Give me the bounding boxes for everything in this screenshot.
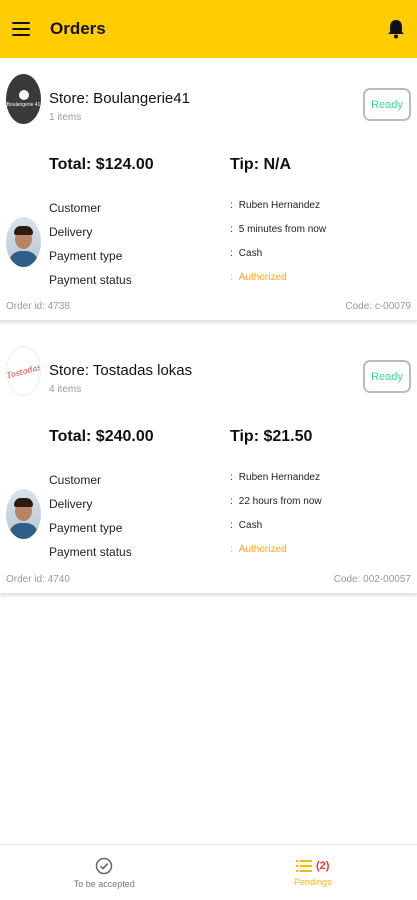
menu-icon[interactable] [12,22,30,36]
payment-status-label: Payment status [49,545,132,559]
payment-status-value: Authorized [238,272,287,283]
order-total: Total: $240.00 [49,428,154,445]
payment-status-label: Payment status [49,273,132,287]
delivery-label: Delivery [49,497,93,511]
payment-status-value: Authorized [238,544,287,555]
store-name: Store: Boulangerie41 [49,90,190,107]
delivery-label: Delivery [49,225,93,239]
customer-value: Ruben Hernandez [238,200,320,211]
list-icon [296,859,313,872]
customer-label: Customer [49,473,102,487]
tab-pendings[interactable]: (2) Pendings [209,845,417,900]
pendings-count-badge: (2) [316,859,330,872]
payment-type-label: Payment type [49,521,123,535]
ready-button[interactable]: Ready [363,360,411,393]
order-total: Total: $124.00 [49,156,154,173]
page-title: Orders [50,19,106,38]
check-circle-icon [96,857,113,874]
payment-type-value-row: : Cash [230,520,263,531]
orders-list: Boulangerie 41 Store: Boulangerie41 1 it… [0,58,417,844]
payment-status-value-row: : Authorized [230,544,287,555]
tab-label: Pendings [293,876,332,887]
customer-avatar [6,489,41,539]
delivery-value-row: :22 hours from now [230,496,322,507]
customer-avatar [6,217,41,267]
detail-values: : Ruben Hernandez :22 hours from now : Cas… [230,466,322,562]
payment-type-value: Cash [238,248,263,259]
payment-type-value: Cash [238,520,263,531]
ready-button[interactable]: Ready [363,88,411,121]
order-id: Order id: 4740 [6,574,70,585]
delivery-value: 5 minutes from now [238,224,327,235]
store-logo: Tostadas [6,346,41,396]
detail-labels: Customer Delivery Payment type Payment s… [49,196,132,292]
payment-type-value-row: : Cash [230,248,263,259]
delivery-value-row: :5 minutes from now [230,224,327,235]
tab-to-be-accepted[interactable]: To be accepted [0,845,209,900]
detail-values: : Ruben Hernandez :5 minutes from now : Ca… [230,194,326,290]
order-card[interactable]: Boulangerie 41 Store: Boulangerie41 1 it… [0,66,417,321]
bottom-nav: To be accepted (2) Pendings [0,844,417,900]
bell-icon[interactable] [387,19,405,39]
tab-label: To be accepted [73,878,135,889]
order-tip: Tip: $21.50 [230,428,313,445]
store-logo: Boulangerie 41 [6,74,41,124]
customer-value-row: : Ruben Hernandez [230,200,320,211]
customer-value-row: : Ruben Hernandez [230,472,320,483]
delivery-value: 22 hours from now [238,496,322,507]
order-code: Code: c-00079 [345,301,411,312]
store-name: Store: Tostadas lokas [49,362,193,379]
items-count: 1 items [49,112,82,123]
items-count: 4 items [49,384,82,395]
order-id: Order id: 4738 [6,301,70,312]
customer-label: Customer [49,201,102,215]
order-code: Code: 002-00057 [333,574,411,585]
app-bar: Orders [0,0,417,58]
customer-value: Ruben Hernandez [238,472,320,483]
payment-type-label: Payment type [49,249,123,263]
payment-status-value-row: : Authorized [230,272,287,283]
detail-labels: Customer Delivery Payment type Payment s… [49,468,132,564]
order-tip: Tip: N/A [230,156,292,173]
order-card[interactable]: Tostadas Store: Tostadas lokas 4 items R… [0,338,417,594]
